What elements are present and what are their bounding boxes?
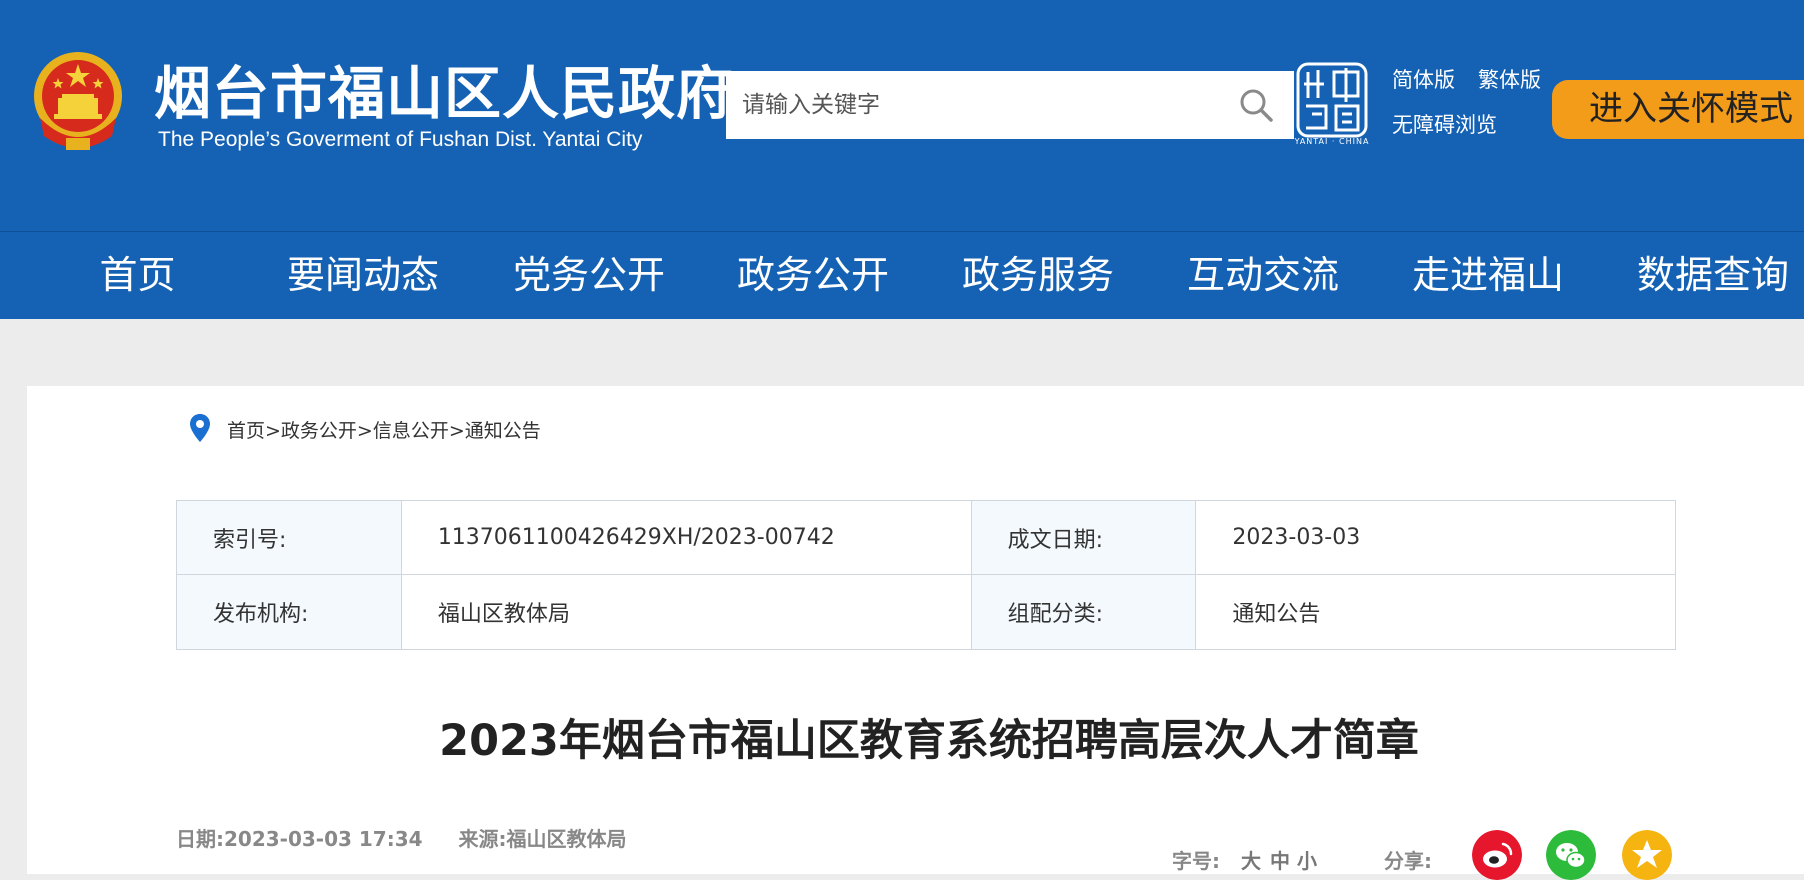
- wechat-icon[interactable]: [1546, 830, 1596, 880]
- nav-government-services[interactable]: 政务服务: [948, 232, 1128, 319]
- date-value: 2023-03-03: [1195, 500, 1676, 575]
- category-label: 组配分类:: [970, 574, 1197, 650]
- simplified-link[interactable]: 简体版: [1392, 64, 1455, 94]
- yantai-china-logo-icon: [1296, 62, 1368, 138]
- nav-interaction[interactable]: 互动交流: [1173, 232, 1353, 319]
- font-size-medium[interactable]: 中: [1270, 845, 1290, 874]
- nav-party-affairs[interactable]: 党务公开: [499, 232, 679, 319]
- weibo-icon[interactable]: [1472, 830, 1522, 880]
- main-nav: 首页 要闻动态 党务公开 政务公开 政务服务 互动交流 走进福山 数据查询: [0, 231, 1804, 319]
- search-icon[interactable]: [1238, 87, 1274, 123]
- nav-about-fushan[interactable]: 走进福山: [1398, 232, 1578, 319]
- article-title: 2023年烟台市福山区教育系统招聘高层次人才简章: [439, 716, 1419, 766]
- font-size-label: 字号:: [1172, 849, 1220, 873]
- font-size-small[interactable]: 小: [1297, 845, 1317, 874]
- nav-home[interactable]: 首页: [65, 232, 210, 319]
- accessible-link[interactable]: 无障碍浏览: [1392, 109, 1497, 139]
- breadcrumb: 首页>政务公开>信息公开>通知公告: [227, 420, 541, 442]
- table-row: 索引号: 1137061100426429XH/2023-00742 成文日期:…: [176, 500, 1676, 575]
- nav-government-affairs[interactable]: 政务公开: [723, 232, 903, 319]
- index-label: 索引号:: [176, 500, 402, 575]
- article-source: 来源:福山区教体局: [458, 827, 627, 851]
- nav-news[interactable]: 要闻动态: [273, 232, 453, 319]
- qzone-icon[interactable]: [1622, 830, 1672, 880]
- index-value: 1137061100426429XH/2023-00742: [400, 500, 972, 575]
- site-header: 烟台市福山区人民政府 The People’s Goverment of Fus…: [0, 0, 1804, 231]
- info-table: 索引号: 1137061100426429XH/2023-00742 成文日期:…: [176, 500, 1676, 650]
- china-logo-caption: YANTAI · CHINA: [1294, 137, 1370, 146]
- search-input[interactable]: [726, 71, 1226, 139]
- date-label: 成文日期:: [970, 500, 1197, 575]
- share-label: 分享:: [1384, 849, 1432, 873]
- location-pin-icon: [190, 414, 210, 442]
- site-title: 烟台市福山区人民政府: [154, 61, 734, 127]
- article-meta: 日期:2023-03-03 17:34 来源:福山区教体局: [176, 823, 627, 852]
- font-size-large[interactable]: 大: [1241, 845, 1261, 874]
- publisher-label: 发布机构:: [176, 574, 402, 650]
- category-value: 通知公告: [1195, 574, 1676, 650]
- traditional-link[interactable]: 繁体版: [1478, 64, 1541, 94]
- table-row: 发布机构: 福山区教体局 组配分类: 通知公告: [176, 574, 1676, 650]
- care-mode-button[interactable]: 进入关怀模式: [1552, 80, 1804, 139]
- site-subtitle: The People’s Goverment of Fushan Dist. Y…: [158, 128, 643, 151]
- publisher-value: 福山区教体局: [400, 574, 972, 650]
- search-box: [726, 71, 1294, 139]
- nav-data-query[interactable]: 数据查询: [1623, 232, 1803, 319]
- article-date: 日期:2023-03-03 17:34: [176, 827, 423, 851]
- national-emblem-icon: [34, 52, 122, 150]
